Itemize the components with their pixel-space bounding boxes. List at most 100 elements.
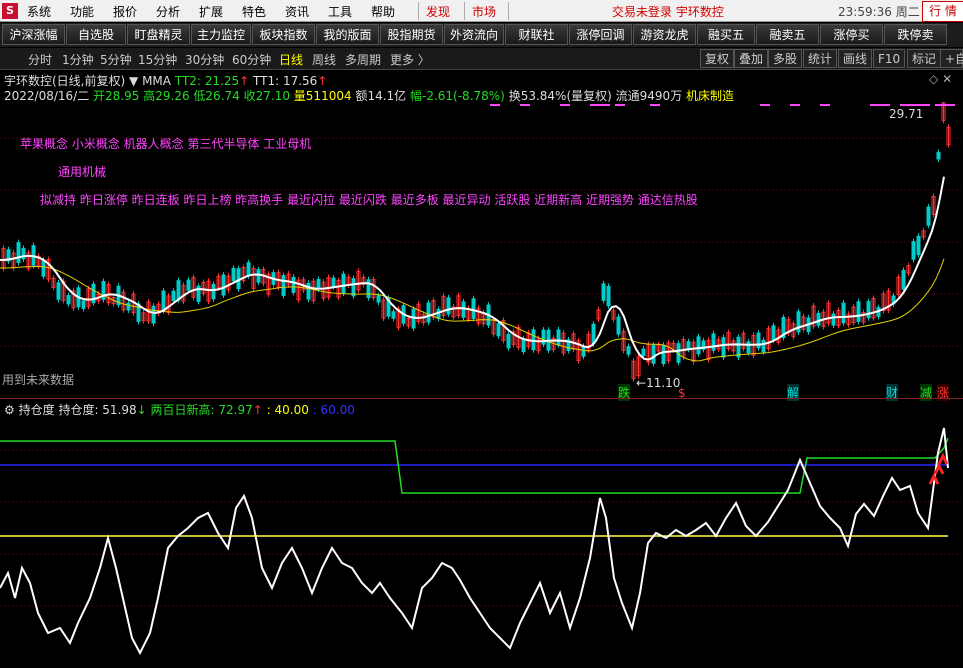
menu-market[interactable]: 市场 [472, 3, 496, 20]
toolbar-button-watchlist[interactable]: 自选股 [66, 24, 126, 45]
menu-feature[interactable]: 特色 [242, 3, 266, 20]
level40-value: : 40.00 [266, 403, 309, 417]
period-daily[interactable]: 日线 [279, 51, 303, 68]
candle-body [641, 348, 646, 357]
period-multi[interactable]: 多周期 [345, 51, 381, 68]
candle-body [916, 235, 921, 256]
add-button[interactable]: +自 [940, 49, 963, 68]
candle-body [506, 333, 511, 349]
toolbar-button-hot-money[interactable]: 游资龙虎 [633, 24, 696, 45]
menu-discover[interactable]: 发现 [426, 3, 450, 20]
menu-quote[interactable]: 报价 [113, 3, 137, 20]
candle-body [426, 302, 431, 323]
toolbar-button-limit-down-sell[interactable]: 跌停卖 [884, 24, 947, 45]
candle-body [761, 339, 766, 353]
signal-dot [945, 104, 955, 106]
close-icon[interactable]: ✕ [942, 72, 952, 86]
period-1min[interactable]: 1分钟 [62, 51, 94, 68]
stock-title: 宇环数控(日线,前复权) [4, 74, 126, 88]
toolbar-button-my-layout[interactable]: 我的版面 [316, 24, 379, 45]
candle-body [496, 323, 501, 337]
signal-dot [820, 104, 830, 106]
f10-button[interactable]: F10 [873, 49, 906, 68]
candle-body [231, 267, 236, 282]
candle-body [841, 302, 846, 324]
signal-dot [490, 104, 500, 106]
candle-body [616, 316, 621, 335]
menu-info[interactable]: 资讯 [285, 3, 309, 20]
login-status: 交易未登录 宇环数控 [612, 5, 724, 19]
diamond-icon[interactable]: ◇ [929, 72, 938, 86]
concept-tags-1: 苹果概念 小米概念 机器人概念 第三代半导体 工业母机 [20, 137, 312, 151]
menu-analysis[interactable]: 分析 [156, 3, 180, 20]
period-15min[interactable]: 15分钟 [138, 51, 177, 68]
signal-dot [760, 104, 770, 106]
indicator-dropdown-icon[interactable]: ▼ [129, 74, 138, 88]
sub-indicator-name[interactable]: 持仓度 [19, 403, 55, 417]
quote-high: 高29.26 [143, 89, 190, 103]
candle-body [331, 277, 336, 288]
high200-value: 两百日新高: 72.97 [150, 403, 253, 417]
toolbar-button-monitor-genie[interactable]: 盯盘精灵 [127, 24, 190, 45]
multi-stock-button[interactable]: 多股 [768, 49, 803, 68]
indicator-name[interactable]: MMA [142, 74, 171, 88]
menu-tools[interactable]: 工具 [328, 3, 352, 20]
candle-body [721, 337, 726, 358]
holding-indicator-chart[interactable] [0, 418, 963, 668]
candle-body [446, 297, 451, 315]
period-60min[interactable]: 60分钟 [232, 51, 271, 68]
candle-body [176, 280, 181, 301]
toolbar-button-margin-sell[interactable]: 融卖五 [756, 24, 819, 45]
toolbar-button-margin-buy[interactable]: 融买五 [697, 24, 755, 45]
candle-body [746, 341, 751, 354]
low-price-value: 11.10 [646, 376, 681, 390]
toolbar-button-market-gain[interactable]: 沪深涨幅 [2, 24, 65, 45]
candle-body [126, 302, 131, 311]
menu-extend[interactable]: 扩展 [199, 3, 223, 20]
menu-divider [464, 2, 465, 20]
toolbar-button-sector-index[interactable]: 板块指数 [252, 24, 315, 45]
period-intraday[interactable]: 分时 [28, 51, 52, 68]
candle-body [376, 295, 381, 303]
candle-body [391, 311, 396, 319]
toolbar: 沪深涨幅 自选股 盯盘精灵 主力监控 板块指数 我的版面 股指期货 外资流向 财… [0, 23, 963, 47]
signal-dot [615, 104, 625, 106]
period-weekly[interactable]: 周线 [312, 51, 336, 68]
quote-mode-button[interactable]: 行 情 [922, 1, 963, 22]
candle-body [246, 262, 251, 277]
overlay-button[interactable]: 叠加 [734, 49, 769, 68]
stats-button[interactable]: 统计 [803, 49, 838, 68]
toolbar-button-foreign-flow[interactable]: 外资流向 [444, 24, 504, 45]
candle-body [151, 305, 156, 324]
settings-gear-icon[interactable]: ⚙ [4, 403, 15, 417]
sub-panel-title: ⚙ 持仓度 持仓度: 51.98↓ 两百日新高: 72.97↑ : 40.00 … [4, 401, 355, 418]
toolbar-button-index-futures[interactable]: 股指期货 [380, 24, 443, 45]
adjust-button[interactable]: 复权 [700, 49, 735, 68]
candle-body [556, 329, 561, 346]
period-5min[interactable]: 5分钟 [100, 51, 132, 68]
signal-dot [790, 104, 800, 106]
toolbar-button-main-monitor[interactable]: 主力监控 [191, 24, 251, 45]
menu-help[interactable]: 帮助 [371, 3, 395, 20]
candle-body [591, 323, 596, 345]
candle-body [696, 336, 701, 355]
candle-body [16, 242, 21, 263]
toolbar-button-limit-up-buy[interactable]: 涨停买 [820, 24, 883, 45]
app-logo-icon: S [2, 3, 18, 19]
toolbar-button-limit-pullback[interactable]: 涨停回调 [569, 24, 632, 45]
period-30min[interactable]: 30分钟 [185, 51, 224, 68]
panel-divider[interactable] [0, 398, 963, 399]
draw-line-button[interactable]: 画线 [838, 49, 873, 68]
arrow-down-icon: ↓ [136, 403, 147, 417]
signal-dot [920, 104, 930, 106]
candle-body [771, 325, 776, 341]
period-bar: 分时 1分钟 5分钟 15分钟 30分钟 60分钟 日线 周线 多周期 更多 〉… [0, 48, 963, 70]
quote-change: 幅-2.61(-8.78%) [410, 89, 505, 103]
menu-system[interactable]: 系统 [27, 3, 51, 20]
menu-function[interactable]: 功能 [70, 3, 94, 20]
mark-button[interactable]: 标记 [907, 49, 942, 68]
red-up-arrow-icon [937, 452, 949, 465]
quote-close: 收27.10 [243, 89, 290, 103]
toolbar-button-cls-news[interactable]: 财联社 [505, 24, 568, 45]
period-more[interactable]: 更多 〉 [390, 51, 430, 68]
